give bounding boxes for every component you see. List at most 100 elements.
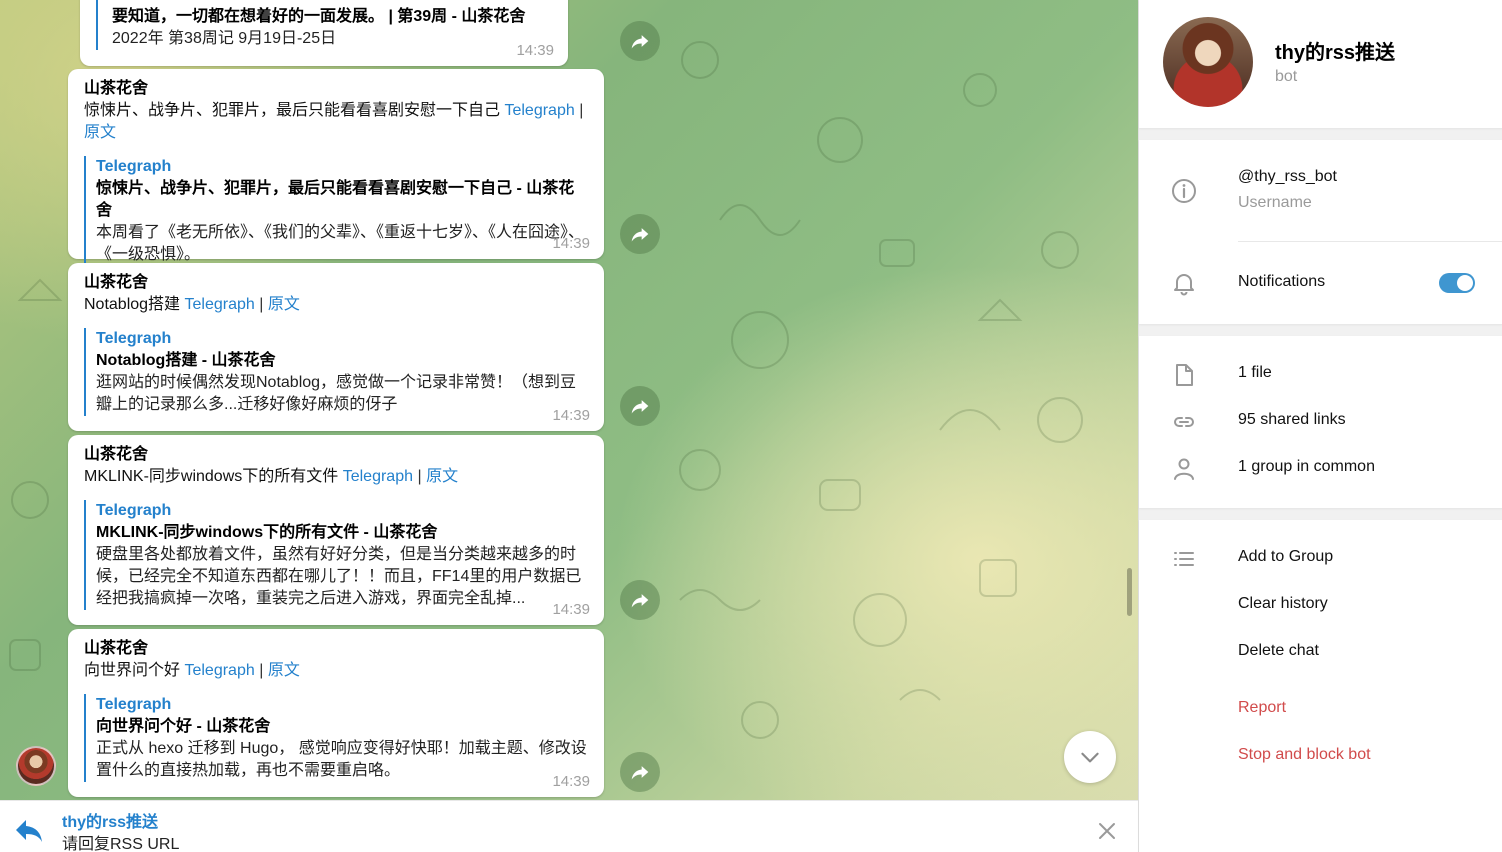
message-bubble[interactable]: 山茶花舍 Notablog搭建 Telegraph | 原文 Telegraph… bbox=[68, 263, 604, 431]
link-separator: | bbox=[259, 662, 264, 679]
chat-area: 要知道，一切都在想着好的一面发展。 | 第39周 - 山茶花舍 2022年 第3… bbox=[0, 0, 1138, 800]
shared-media-section: 1 file 95 shared links 1 group in common bbox=[1139, 336, 1502, 508]
chevron-down-icon bbox=[1081, 752, 1099, 763]
scroll-down-button[interactable] bbox=[1064, 731, 1116, 783]
forward-button[interactable] bbox=[620, 752, 660, 792]
preview-title: MKLINK-同步windows下的所有文件 - 山茶花舍 bbox=[96, 524, 438, 541]
message-time: 14:39 bbox=[552, 407, 590, 424]
preview-description: 硬盘里各处都放着文件，虽然有好好分类，但是当分类越来越多的时候，已经完全不知道东… bbox=[96, 546, 582, 607]
message-title: MKLINK-同步windows下的所有文件 bbox=[84, 468, 339, 485]
preview-description: 本周看了《老无所依》、《我们的父辈》、《重返十七岁》、《人在囧途》、《一级恐惧》… bbox=[96, 224, 585, 263]
message-text: Notablog搭建 Telegraph | 原文 bbox=[84, 294, 588, 316]
delete-chat-row[interactable]: Delete chat bbox=[1139, 638, 1502, 668]
forward-icon bbox=[631, 400, 649, 414]
files-row[interactable]: 1 file bbox=[1139, 360, 1502, 390]
message-sender: 山茶花舍 bbox=[84, 80, 149, 97]
actions-section: Add to Group Clear history Delete chat R… bbox=[1139, 520, 1502, 852]
message-sender: 山茶花舍 bbox=[84, 640, 149, 657]
message-title: Notablog搭建 bbox=[84, 296, 181, 313]
add-to-group-button[interactable]: Add to Group bbox=[1238, 548, 1333, 566]
profile-info-section: @thy_rss_bot Username Notifications bbox=[1139, 140, 1502, 324]
preview-title: Notablog搭建 - 山茶花舍 bbox=[96, 352, 276, 369]
forward-button[interactable] bbox=[620, 386, 660, 426]
preview-description: 正式从 hexo 迁移到 Hugo， 感觉响应变得好快耶！加载主题、修改设置什么… bbox=[96, 740, 587, 779]
reply-sender-name: thy的rss推送 bbox=[62, 814, 159, 831]
message-text: 惊悚片、战争片、犯罪片，最后只能看看喜剧安慰一下自己 Telegraph | 原… bbox=[84, 100, 588, 144]
forward-icon bbox=[631, 35, 649, 49]
original-link[interactable]: 原文 bbox=[268, 662, 300, 679]
report-row[interactable]: Report bbox=[1139, 695, 1502, 725]
username-label: Username bbox=[1238, 194, 1312, 211]
forward-button[interactable] bbox=[620, 580, 660, 620]
forward-icon bbox=[631, 228, 649, 242]
link-separator: | bbox=[417, 468, 422, 485]
notifications-toggle[interactable] bbox=[1439, 273, 1475, 293]
reply-quoted-text: 请回复RSS URL bbox=[62, 836, 180, 852]
link-preview[interactable]: 要知道，一切都在想着好的一面发展。 | 第39周 - 山茶花舍 2022年 第3… bbox=[96, 0, 552, 50]
message-text: 向世界问个好 Telegraph | 原文 bbox=[84, 660, 588, 682]
forward-button[interactable] bbox=[620, 21, 660, 61]
message-title: 惊悚片、战争片、犯罪片，最后只能看看喜剧安慰一下自己 bbox=[84, 102, 501, 119]
profile-header: thy的rss推送 bot bbox=[1139, 0, 1502, 128]
add-to-group-row[interactable]: Add to Group bbox=[1139, 544, 1502, 574]
forward-button[interactable] bbox=[620, 214, 660, 254]
report-button[interactable]: Report bbox=[1238, 699, 1286, 717]
telegraph-link[interactable]: Telegraph bbox=[184, 662, 254, 679]
files-count: 1 file bbox=[1238, 364, 1272, 381]
message-bubble[interactable]: 要知道，一切都在想着好的一面发展。 | 第39周 - 山茶花舍 2022年 第3… bbox=[80, 0, 568, 66]
close-icon[interactable] bbox=[1096, 820, 1118, 842]
telegraph-link[interactable]: Telegraph bbox=[343, 468, 413, 485]
preview-description: 2022年 第38周记 9月19日-25日 bbox=[112, 30, 337, 47]
file-icon bbox=[1171, 362, 1197, 388]
stop-block-row[interactable]: Stop and block bot bbox=[1139, 742, 1502, 772]
link-preview[interactable]: Telegraph MKLINK-同步windows下的所有文件 - 山茶花舍 … bbox=[84, 500, 588, 610]
bell-icon bbox=[1171, 270, 1197, 296]
profile-subtitle: bot bbox=[1275, 68, 1298, 85]
stop-and-block-bot-button[interactable]: Stop and block bot bbox=[1238, 746, 1371, 764]
profile-avatar[interactable] bbox=[1163, 17, 1253, 107]
preview-title: 要知道，一切都在想着好的一面发展。 | 第39周 - 山茶花舍 bbox=[112, 8, 526, 25]
link-preview[interactable]: Telegraph 惊悚片、战争片、犯罪片，最后只能看看喜剧安慰一下自己 - 山… bbox=[84, 156, 588, 266]
clear-history-button[interactable]: Clear history bbox=[1238, 595, 1328, 613]
message-text: MKLINK-同步windows下的所有文件 Telegraph | 原文 bbox=[84, 466, 588, 488]
delete-chat-button[interactable]: Delete chat bbox=[1238, 642, 1319, 660]
preview-site: Telegraph bbox=[96, 502, 172, 519]
link-preview[interactable]: Telegraph 向世界问个好 - 山茶花舍 正式从 hexo 迁移到 Hug… bbox=[84, 694, 588, 782]
message-bubble[interactable]: 山茶花舍 MKLINK-同步windows下的所有文件 Telegraph | … bbox=[68, 435, 604, 625]
link-icon bbox=[1171, 409, 1197, 435]
clear-history-row[interactable]: Clear history bbox=[1139, 591, 1502, 621]
links-row[interactable]: 95 shared links bbox=[1139, 407, 1502, 437]
original-link[interactable]: 原文 bbox=[268, 296, 300, 313]
message-sender: 山茶花舍 bbox=[84, 446, 149, 463]
preview-title: 向世界问个好 - 山茶花舍 bbox=[96, 718, 271, 735]
groups-in-common: 1 group in common bbox=[1238, 458, 1375, 475]
link-separator: | bbox=[579, 102, 584, 119]
message-time: 14:39 bbox=[516, 42, 554, 59]
preview-description: 逛网站的时候偶然发现Notablog，感觉做一个记录非常赞！（想到豆瓣上的记录那… bbox=[96, 374, 577, 413]
preview-site: Telegraph bbox=[96, 158, 172, 175]
link-preview[interactable]: Telegraph Notablog搭建 - 山茶花舍 逛网站的时候偶然发现No… bbox=[84, 328, 588, 416]
sender-avatar[interactable] bbox=[16, 746, 56, 786]
reply-icon bbox=[16, 820, 42, 842]
message-bubble[interactable]: 山茶花舍 惊悚片、战争片、犯罪片，最后只能看看喜剧安慰一下自己 Telegrap… bbox=[68, 69, 604, 266]
user-icon bbox=[1171, 456, 1197, 482]
message-time: 14:39 bbox=[552, 601, 590, 618]
profile-name: thy的rss推送 bbox=[1275, 42, 1396, 64]
chat-scrollbar[interactable] bbox=[1127, 568, 1132, 616]
original-link[interactable]: 原文 bbox=[84, 124, 116, 141]
forward-icon bbox=[631, 594, 649, 608]
preview-site: Telegraph bbox=[96, 330, 172, 347]
groups-row[interactable]: 1 group in common bbox=[1139, 454, 1502, 484]
forward-icon bbox=[631, 766, 649, 780]
preview-title: 惊悚片、战争片、犯罪片，最后只能看看喜剧安慰一下自己 - 山茶花舍 bbox=[96, 180, 575, 219]
telegraph-link[interactable]: Telegraph bbox=[185, 296, 255, 313]
username-row[interactable]: @thy_rss_bot Username bbox=[1139, 140, 1502, 240]
message-bubble[interactable]: 山茶花舍 向世界问个好 Telegraph | 原文 Telegraph 向世界… bbox=[68, 629, 604, 797]
message-title: 向世界问个好 bbox=[84, 662, 181, 679]
preview-site: Telegraph bbox=[96, 696, 172, 713]
original-link[interactable]: 原文 bbox=[426, 468, 458, 485]
message-time: 14:39 bbox=[552, 773, 590, 790]
telegraph-link[interactable]: Telegraph bbox=[504, 102, 574, 119]
info-icon bbox=[1171, 178, 1197, 204]
message-time: 14:39 bbox=[552, 235, 590, 252]
